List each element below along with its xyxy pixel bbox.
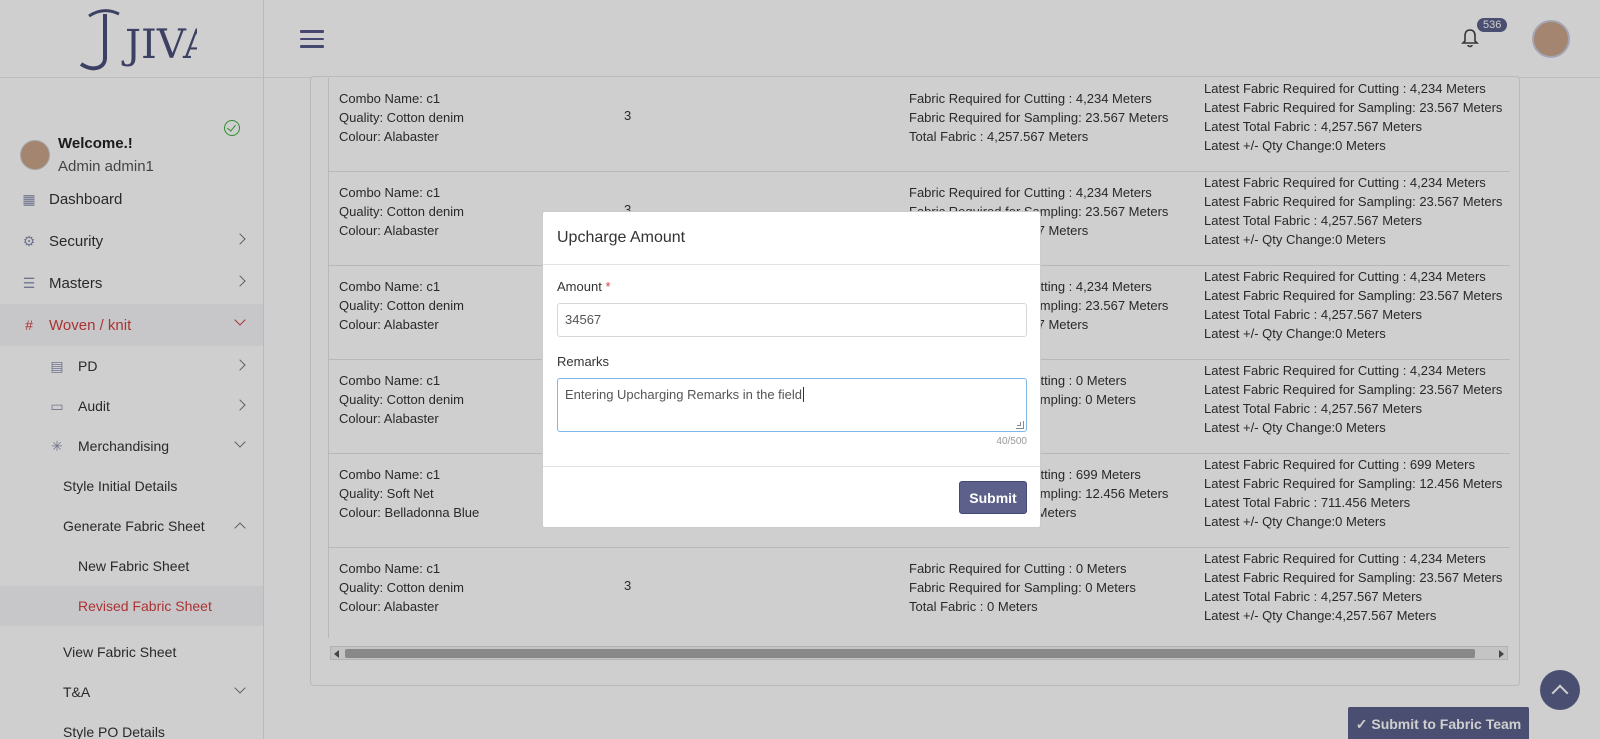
remarks-text: Entering Upcharging Remarks in the field (565, 387, 803, 402)
modal-title: Upcharge Amount (543, 212, 1040, 265)
modal-body: Amount * 34567 Remarks Entering Upchargi… (543, 265, 1040, 447)
modal-footer: Submit (543, 466, 1040, 528)
amount-input[interactable]: 34567 (557, 303, 1027, 337)
submit-button[interactable]: Submit (959, 481, 1027, 514)
upcharge-amount-modal: Upcharge Amount Amount * 34567 Remarks E… (542, 211, 1041, 528)
remarks-textarea[interactable]: Entering Upcharging Remarks in the field (557, 378, 1027, 432)
amount-label-text: Amount (557, 279, 602, 294)
required-mark: * (605, 279, 611, 294)
text-cursor (803, 387, 805, 402)
char-counter: 40/500 (996, 436, 1027, 447)
remarks-label: Remarks (557, 354, 610, 369)
resize-handle-icon[interactable] (1016, 421, 1024, 429)
amount-label: Amount * (557, 279, 1026, 294)
